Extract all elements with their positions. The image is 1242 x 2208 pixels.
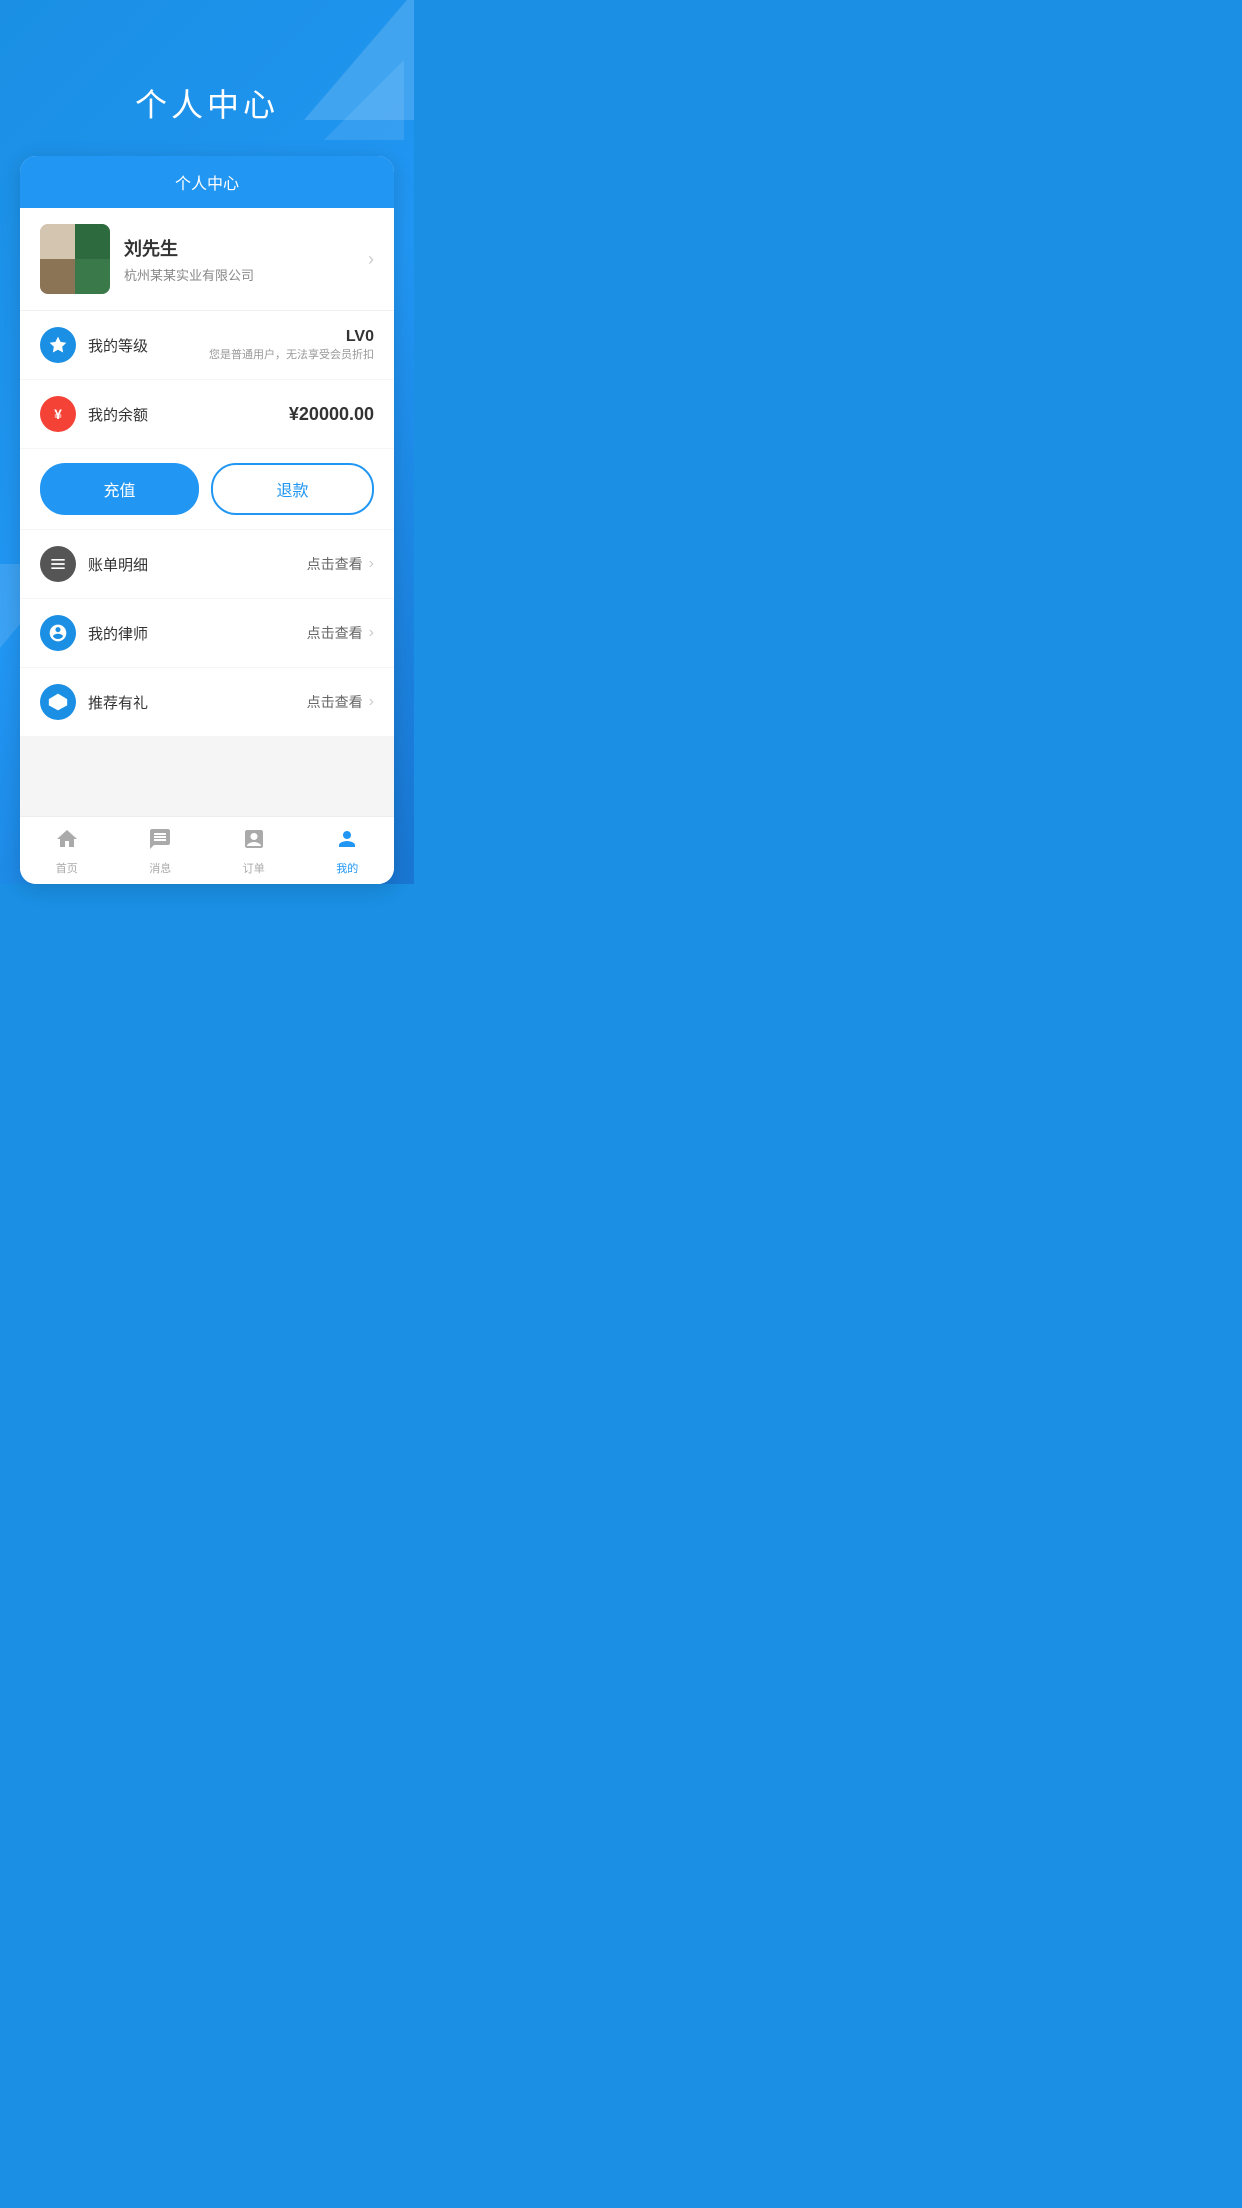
lawyer-icon xyxy=(40,615,76,651)
bottom-nav: 首页 消息 订单 我的 xyxy=(20,816,394,884)
lawyer-action: 点击查看 xyxy=(307,623,363,643)
referral-right: 点击查看 › xyxy=(307,692,374,712)
balance-icon: ¥ xyxy=(40,396,76,432)
lawyer-chevron-icon: › xyxy=(369,624,374,642)
profile-info: 刘先生 杭州某某实业有限公司 xyxy=(110,235,368,284)
bill-action: 点击查看 xyxy=(307,554,363,574)
profile-section[interactable]: 刘先生 杭州某某实业有限公司 › xyxy=(20,208,394,311)
profile-company: 杭州某某实业有限公司 xyxy=(124,265,368,284)
nav-item-message[interactable]: 消息 xyxy=(114,817,208,884)
profile-card: 个人中心 刘先生 杭州某某实业有限公司 › 我的等级 LV0 您是普通用户，无法 xyxy=(20,156,394,884)
nav-label-order: 订单 xyxy=(243,860,265,876)
message-icon xyxy=(148,827,172,857)
balance-label: 我的余额 xyxy=(88,404,289,425)
nav-item-order[interactable]: 订单 xyxy=(207,817,301,884)
bill-right: 点击查看 › xyxy=(307,554,374,574)
avatar-cell-2 xyxy=(75,224,110,259)
avatar-cell-1 xyxy=(40,224,75,259)
avatar-cell-4 xyxy=(75,259,110,294)
profile-arrow-icon: › xyxy=(368,249,374,270)
referral-label: 推荐有礼 xyxy=(88,692,307,713)
grade-description: 您是普通用户，无法享受会员折扣 xyxy=(209,346,374,362)
empty-section xyxy=(20,736,394,816)
nav-item-mine[interactable]: 我的 xyxy=(301,817,395,884)
profile-name: 刘先生 xyxy=(124,235,368,261)
bill-item[interactable]: 账单明细 点击查看 › xyxy=(20,530,394,599)
nav-label-home: 首页 xyxy=(56,860,78,876)
card-header-title: 个人中心 xyxy=(175,176,239,193)
home-icon xyxy=(55,827,79,857)
recharge-button[interactable]: 充值 xyxy=(40,463,199,515)
lawyer-right: 点击查看 › xyxy=(307,623,374,643)
nav-item-home[interactable]: 首页 xyxy=(20,817,114,884)
avatar xyxy=(40,224,110,294)
referral-action: 点击查看 xyxy=(307,692,363,712)
bill-icon xyxy=(40,546,76,582)
nav-label-message: 消息 xyxy=(149,860,171,876)
page-title: 个人中心 xyxy=(0,0,414,156)
referral-item[interactable]: 推荐有礼 点击查看 › xyxy=(20,668,394,736)
lawyer-item[interactable]: 我的律师 点击查看 › xyxy=(20,599,394,668)
grade-right: LV0 您是普通用户，无法享受会员折扣 xyxy=(209,328,374,362)
order-icon xyxy=(242,827,266,857)
lawyer-label: 我的律师 xyxy=(88,623,307,644)
refund-button[interactable]: 退款 xyxy=(211,463,374,515)
card-header: 个人中心 xyxy=(20,156,394,208)
referral-chevron-icon: › xyxy=(369,693,374,711)
grade-icon xyxy=(40,327,76,363)
avatar-cell-3 xyxy=(40,259,75,294)
grade-item[interactable]: 我的等级 LV0 您是普通用户，无法享受会员折扣 xyxy=(20,311,394,380)
referral-icon xyxy=(40,684,76,720)
nav-label-mine: 我的 xyxy=(336,860,358,876)
balance-item: ¥ 我的余额 ¥20000.00 xyxy=(20,380,394,449)
bill-label: 账单明细 xyxy=(88,554,307,575)
balance-buttons: 充值 退款 xyxy=(20,449,394,530)
mine-icon xyxy=(335,827,359,857)
bill-chevron-icon: › xyxy=(369,555,374,573)
grade-level: LV0 xyxy=(346,328,374,345)
balance-amount: ¥20000.00 xyxy=(289,404,374,425)
grade-label: 我的等级 xyxy=(88,335,209,356)
